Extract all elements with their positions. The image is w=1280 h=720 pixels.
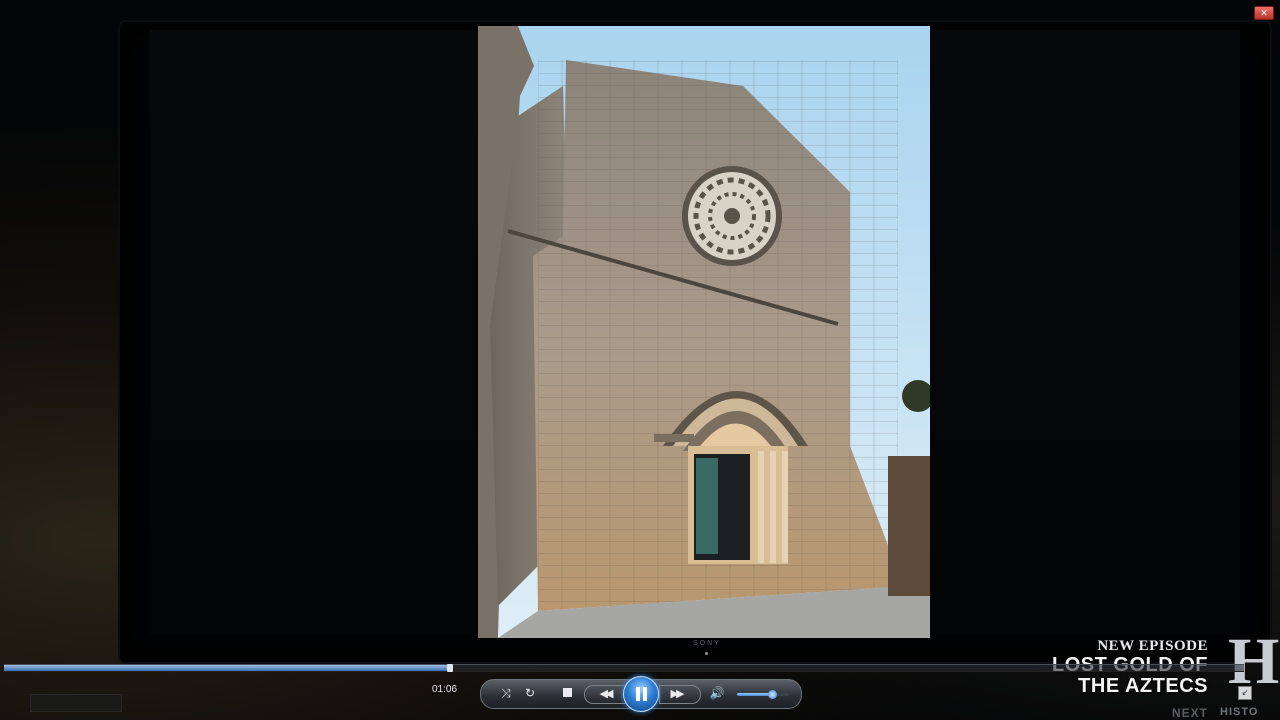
seek-handle[interactable] [447,664,454,672]
volume-icon[interactable]: 🔊 [709,686,725,700]
channel-logo-text: HISTO [1220,706,1259,718]
promo-kicker: NEW EPISODE [1097,638,1208,654]
rose-window [682,166,782,266]
previous-icon[interactable]: ◀◀ [594,687,616,700]
pause-icon [636,687,640,701]
transport-controls: ⤨ ↻ ◀◀ ▶▶ 🔊 [480,676,802,712]
shuffle-icon[interactable]: ⤨ [498,686,514,701]
pause-icon-bar [643,687,647,701]
seek-progress [4,665,451,671]
church-photo [478,26,930,638]
pause-button[interactable] [623,676,659,712]
tv-brand-logo: SONY [693,640,721,647]
elapsed-time: 01:06 [432,684,458,695]
volume-level [737,693,773,696]
taskbar-fragment [30,694,122,712]
close-button[interactable]: ✕ [1254,6,1274,20]
switch-to-library-button[interactable]: ↙ [1238,686,1252,700]
stop-icon [562,688,572,697]
seek-bar[interactable] [4,664,1244,672]
promo-title-line2: THE AZTECS [1078,675,1208,697]
promo-next-label: NEXT [1171,706,1208,720]
volume-slider[interactable] [737,690,789,699]
tv-power-led [705,652,708,655]
stop-button[interactable] [561,686,573,698]
next-icon[interactable]: ▶▶ [665,687,687,700]
volume-knob[interactable] [768,690,778,699]
repeat-icon[interactable]: ↻ [522,686,538,700]
